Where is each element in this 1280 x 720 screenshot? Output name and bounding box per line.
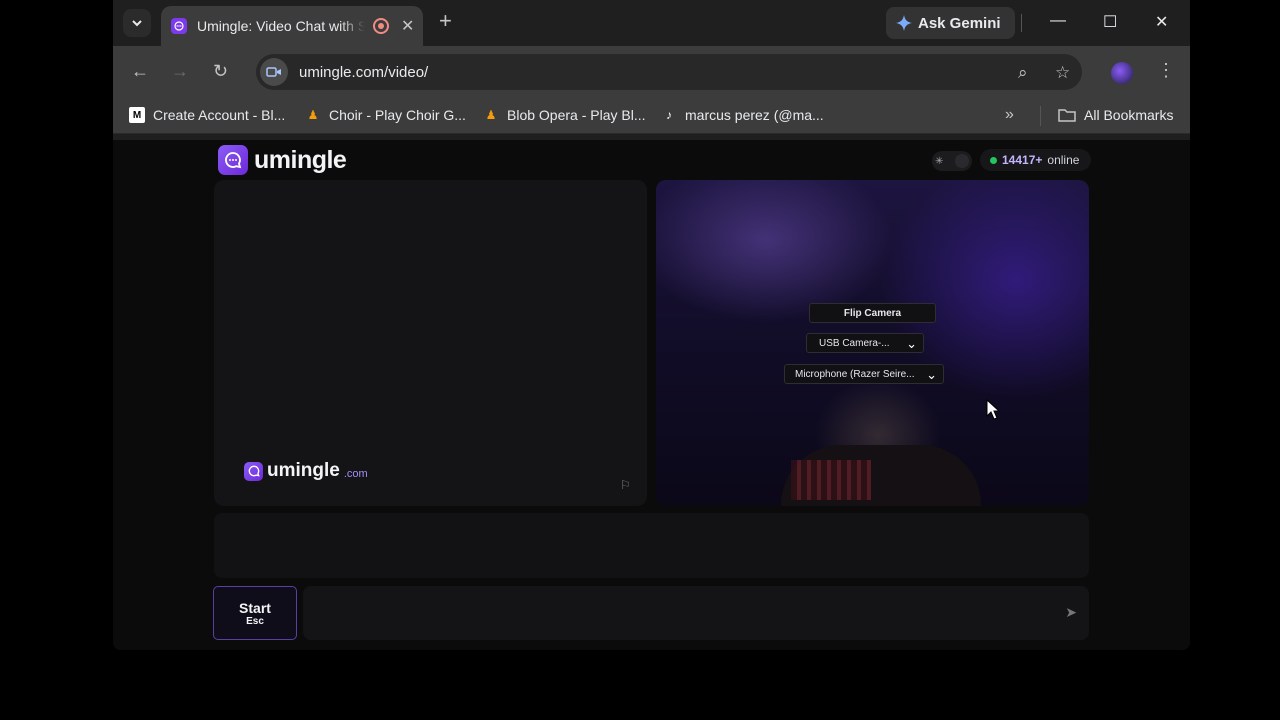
browser-toolbar: ← → ↻ umingle.com/video/ ⌕ ☆ ⋮ bbox=[113, 46, 1190, 98]
bluesky-icon: M bbox=[129, 107, 145, 123]
bookmark-item[interactable]: M Create Account - Bl... bbox=[129, 107, 285, 123]
start-shortcut: Esc bbox=[246, 615, 264, 627]
back-button[interactable]: ← bbox=[131, 61, 149, 82]
all-bookmarks-button[interactable]: All Bookmarks bbox=[1058, 107, 1173, 123]
report-flag-icon[interactable]: ⚐ bbox=[620, 478, 631, 492]
all-bookmarks-label: All Bookmarks bbox=[1084, 107, 1174, 123]
blob-opera-icon: ♟ bbox=[485, 108, 497, 122]
start-label: Start bbox=[239, 599, 271, 616]
microphone-select[interactable]: Microphone (Razer Seire... ⌄ bbox=[784, 364, 944, 384]
sun-icon: ✳ bbox=[935, 155, 944, 167]
logo-text: umingle bbox=[254, 145, 347, 174]
zoom-icon[interactable]: ⌕ bbox=[1018, 63, 1028, 83]
divider bbox=[1021, 14, 1022, 32]
gemini-sparkle-icon bbox=[896, 15, 912, 31]
tab-close-icon[interactable]: ✕ bbox=[401, 16, 414, 36]
ask-gemini-label: Ask Gemini bbox=[918, 14, 1001, 32]
page-content: umingle ✳ 14417+ online umingle .com ⚐ F… bbox=[113, 140, 1190, 650]
online-count: 14417+ bbox=[1002, 153, 1043, 167]
chat-bubble-icon bbox=[218, 145, 248, 175]
folder-icon bbox=[1058, 109, 1076, 122]
menu-kebab-icon[interactable]: ⋮ bbox=[1157, 60, 1175, 81]
bookmark-label: Choir - Play Choir G... bbox=[329, 107, 466, 123]
umingle-favicon-icon bbox=[171, 18, 187, 34]
camera-select[interactable]: USB Camera-... ⌄ bbox=[806, 333, 924, 353]
divider bbox=[1040, 106, 1041, 126]
profile-avatar[interactable] bbox=[1111, 62, 1133, 84]
bookmark-label: Blob Opera - Play Bl... bbox=[507, 107, 646, 123]
mouse-cursor-icon bbox=[986, 399, 1000, 420]
bookmark-item[interactable]: ♪ marcus perez (@ma... bbox=[661, 107, 824, 123]
site-camera-icon[interactable] bbox=[260, 58, 288, 86]
bookmark-item[interactable]: ♟ Blob Opera - Play Bl... bbox=[483, 107, 646, 123]
chevron-down-icon: ⌄ bbox=[906, 336, 917, 351]
choir-icon: ♟ bbox=[307, 108, 319, 122]
more-bookmarks-icon[interactable]: » bbox=[1005, 106, 1014, 124]
recording-icon bbox=[373, 18, 389, 34]
bookmarks-bar: M Create Account - Bl... ♟ Choir - Play … bbox=[113, 98, 1190, 134]
tab-title: Umingle: Video Chat with Strangers bbox=[197, 18, 365, 34]
tab-strip: Umingle: Video Chat with Strangers ✕ + A… bbox=[113, 0, 1190, 46]
bookmark-star-icon[interactable]: ☆ bbox=[1055, 63, 1070, 83]
theme-toggle[interactable]: ✳ bbox=[932, 151, 972, 171]
reload-button[interactable]: ↻ bbox=[213, 61, 228, 82]
ask-gemini-button[interactable]: Ask Gemini bbox=[886, 7, 1015, 39]
stranger-video: umingle .com ⚐ bbox=[214, 180, 647, 506]
watermark-text: umingle bbox=[267, 460, 340, 481]
message-input[interactable]: ➤ bbox=[303, 586, 1089, 640]
close-window-button[interactable]: ✕ bbox=[1155, 12, 1168, 32]
tab-umingle[interactable]: Umingle: Video Chat with Strangers ✕ bbox=[161, 6, 423, 46]
camera-select-value: USB Camera-... bbox=[819, 337, 890, 349]
bookmark-label: marcus perez (@ma... bbox=[685, 107, 824, 123]
flip-camera-button[interactable]: Flip Camera bbox=[809, 303, 936, 323]
flip-camera-label: Flip Camera bbox=[843, 307, 902, 319]
online-label: online bbox=[1047, 153, 1080, 167]
address-bar[interactable]: umingle.com/video/ bbox=[256, 54, 1082, 90]
maximize-button[interactable]: ☐ bbox=[1103, 12, 1117, 32]
self-video: Flip Camera USB Camera-... ⌄ Microphone … bbox=[656, 180, 1089, 506]
chevron-down-icon bbox=[132, 20, 142, 27]
url-text: umingle.com/video/ bbox=[299, 63, 429, 81]
chat-bubble-icon bbox=[244, 461, 263, 481]
tab-search-button[interactable] bbox=[123, 9, 151, 37]
chat-log bbox=[214, 513, 1089, 578]
bookmark-label: Create Account - Bl... bbox=[153, 107, 286, 123]
shirt-graphic bbox=[791, 460, 871, 500]
microphone-select-value: Microphone (Razer Seire... bbox=[795, 368, 915, 380]
umingle-watermark: umingle .com bbox=[244, 460, 368, 482]
new-tab-button[interactable]: + bbox=[439, 10, 452, 32]
send-icon[interactable]: ➤ bbox=[1065, 604, 1077, 621]
toggle-knob bbox=[955, 154, 969, 168]
chevron-down-icon: ⌄ bbox=[926, 367, 937, 382]
site-logo[interactable]: umingle bbox=[218, 145, 347, 175]
start-button[interactable]: Start Esc bbox=[213, 586, 297, 640]
bookmark-item[interactable]: ♟ Choir - Play Choir G... bbox=[305, 107, 466, 123]
browser-window: Umingle: Video Chat with Strangers ✕ + A… bbox=[113, 0, 1190, 650]
online-status-dot bbox=[990, 156, 997, 164]
online-counter: 14417+ online bbox=[980, 149, 1092, 171]
minimize-button[interactable]: — bbox=[1050, 12, 1066, 30]
tiktok-icon: ♪ bbox=[666, 108, 672, 122]
forward-button[interactable]: → bbox=[171, 61, 189, 82]
watermark-tld: .com bbox=[343, 468, 368, 480]
